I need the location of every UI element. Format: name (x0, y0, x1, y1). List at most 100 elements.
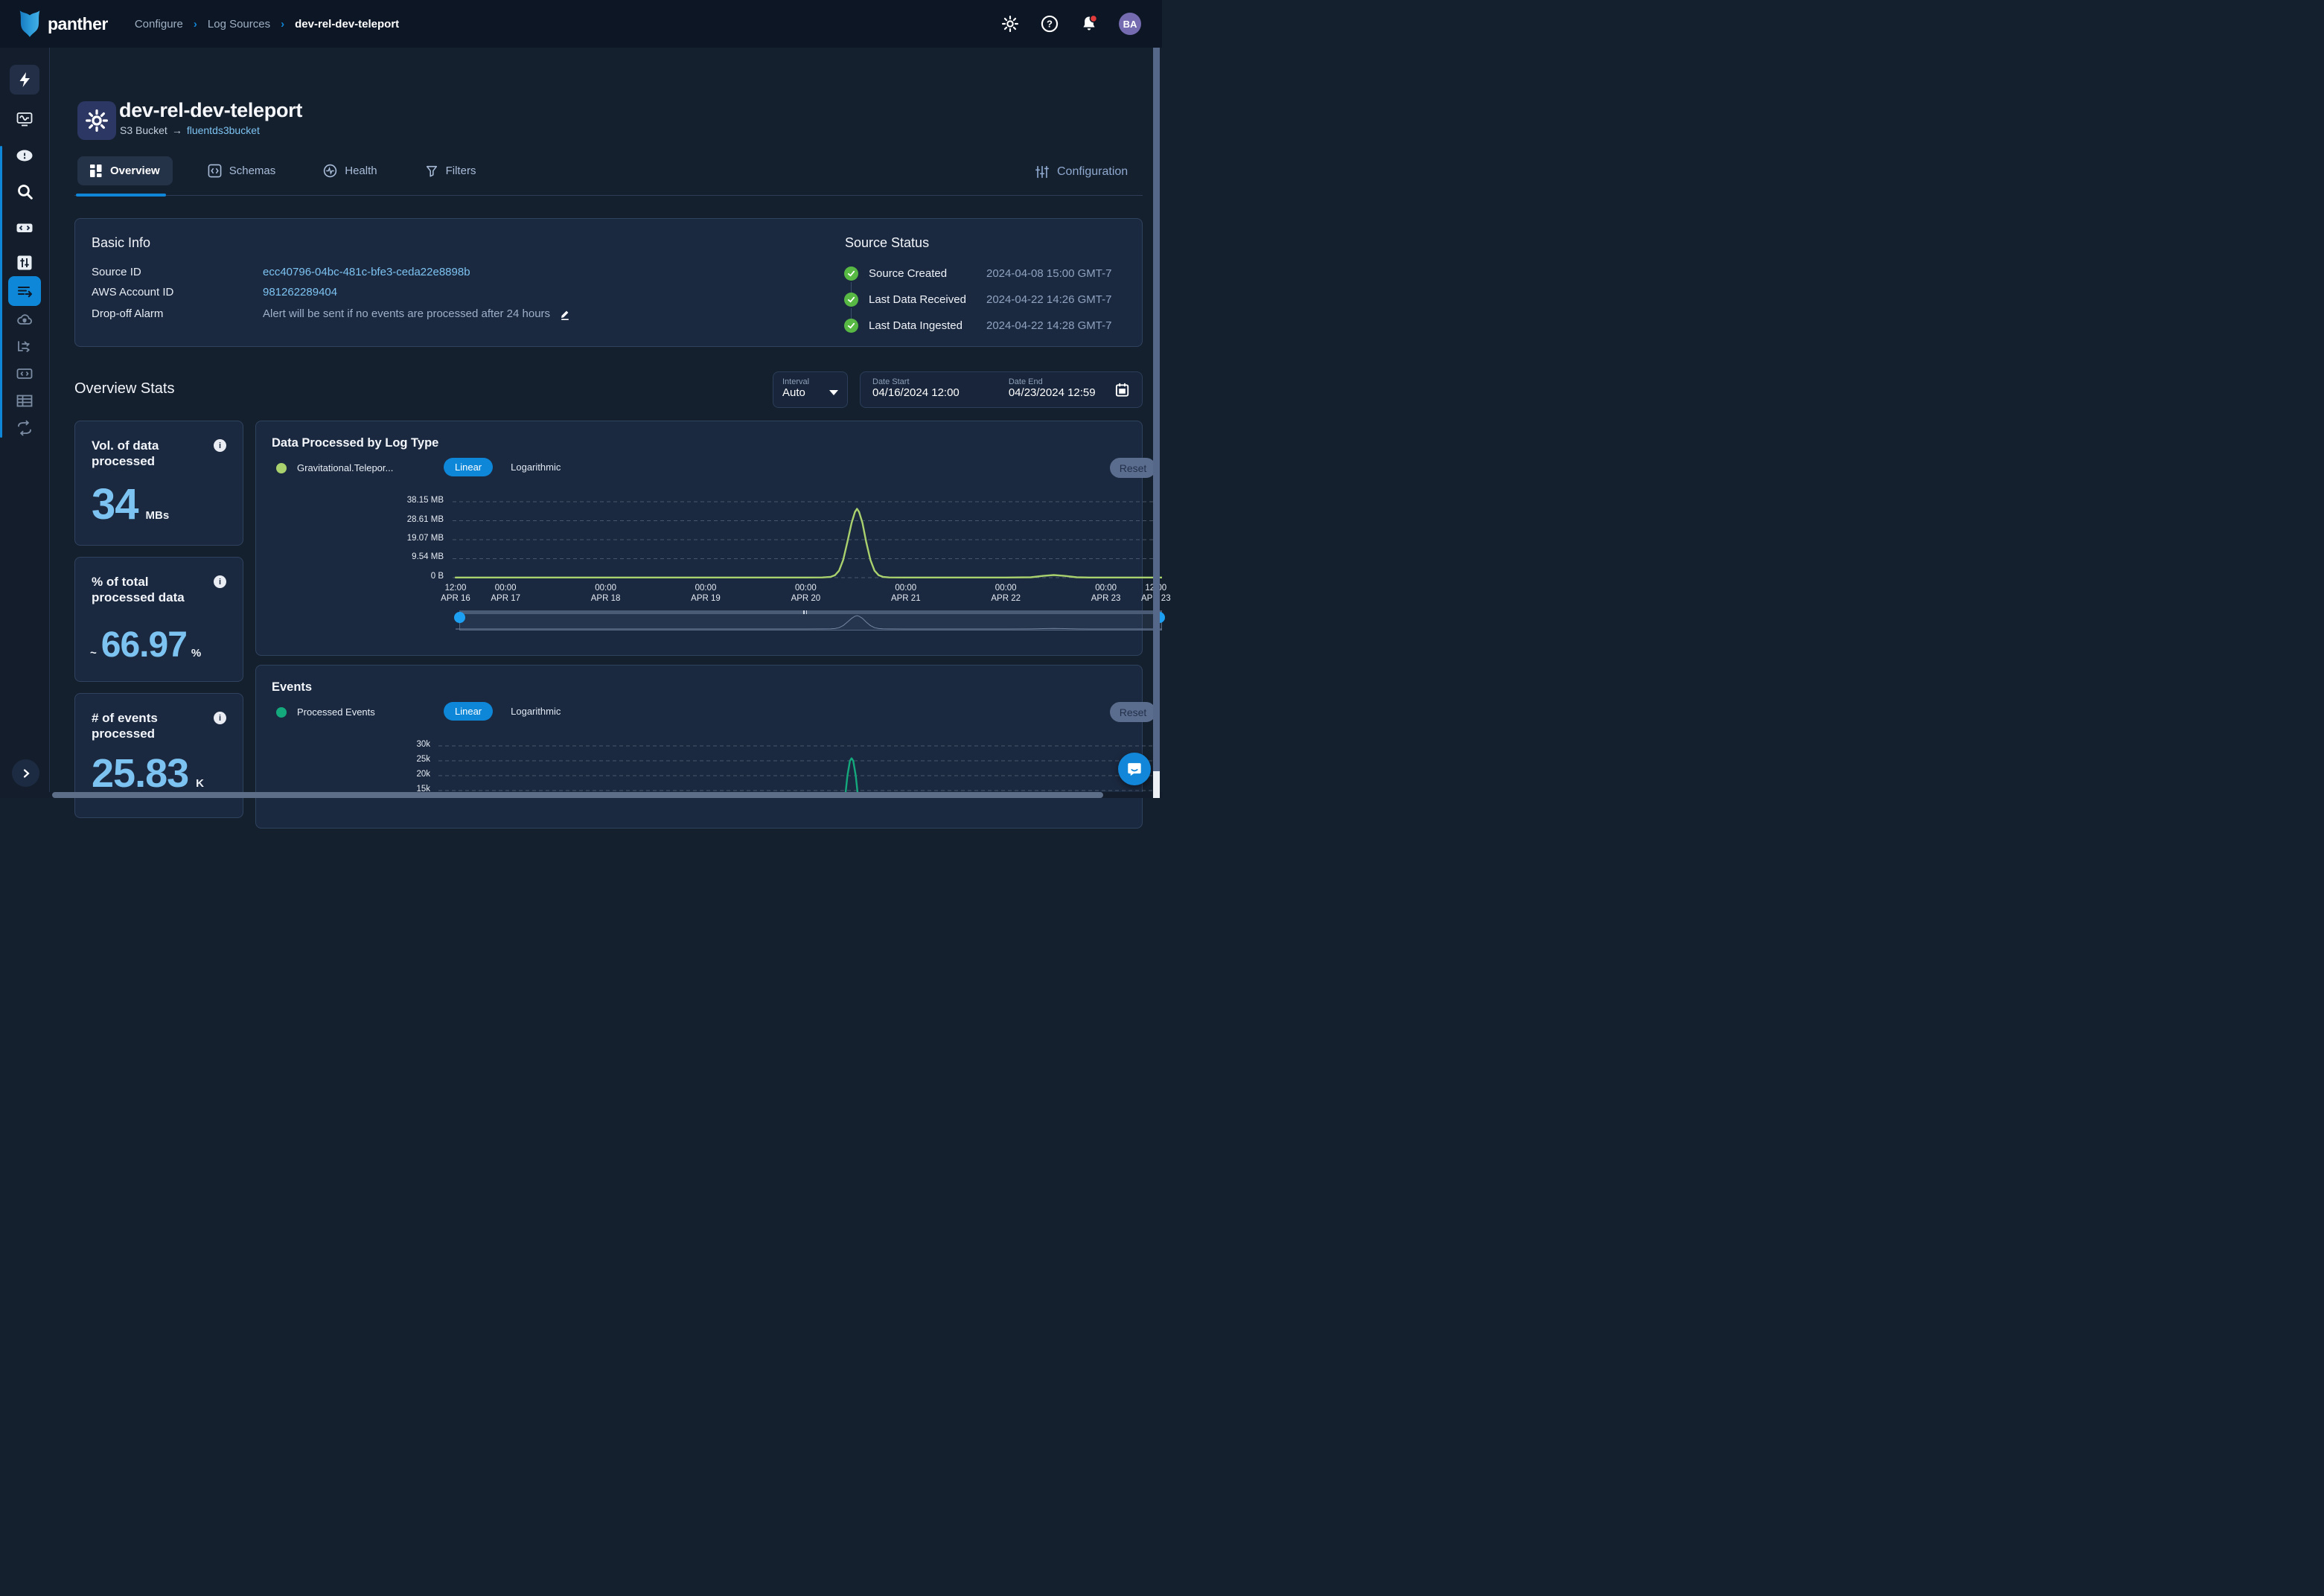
sidebar-item-build[interactable] (10, 248, 39, 278)
chart-title: Events (272, 680, 312, 695)
vertical-scrollbar-thumb[interactable] (1153, 771, 1160, 798)
tab-label: Filters (446, 165, 476, 177)
stat-value: 66.97 (101, 625, 187, 665)
status-value: 2024-04-08 15:00 GMT-7 (986, 267, 1111, 280)
tab-health[interactable]: Health (310, 156, 389, 186)
arrow-right-icon: → (172, 124, 182, 136)
chart-brush-track[interactable] (459, 610, 1162, 614)
status-label: Last Data Ingested (869, 319, 963, 332)
tab-overview[interactable]: Overview (77, 156, 173, 185)
date-start-value: 04/16/2024 12:00 (872, 386, 1000, 399)
status-label: Source Created (869, 267, 947, 280)
gear-icon (84, 108, 109, 133)
interval-label: Interval (782, 377, 838, 386)
vertical-scrollbar-track[interactable] (1153, 48, 1160, 798)
page-title: dev-rel-dev-teleport (119, 99, 302, 122)
avatar[interactable]: BA (1119, 13, 1141, 35)
info-icon[interactable]: i (214, 712, 226, 724)
source-type-icon (77, 101, 116, 140)
sidebar-item-data-models[interactable] (10, 386, 39, 416)
tab-label: Overview (110, 165, 160, 177)
dropoff-alarm-label: Drop-off Alarm (92, 307, 163, 320)
page-subtitle: S3 Bucket → fluentds3bucket (120, 124, 260, 136)
top-navigation-bar: panther Configure › Log Sources › dev-re… (0, 0, 1162, 48)
table-icon (16, 392, 33, 410)
tab-bar: Overview Schemas Health Filters (77, 156, 488, 186)
source-id-label: Source ID (92, 266, 141, 278)
sidebar-item-quickstart[interactable] (10, 65, 39, 95)
sidebar-item-search[interactable] (10, 176, 39, 206)
breadcrumb-log-sources[interactable]: Log Sources (208, 18, 270, 31)
brush-handle-left[interactable] (454, 612, 465, 623)
overview-stats-heading: Overview Stats (74, 380, 174, 398)
legend-item[interactable]: Processed Events (276, 706, 375, 718)
sidebar-item-integrations[interactable] (10, 332, 39, 362)
legend-label: Processed Events (297, 706, 375, 718)
sidebar-scroll-indicator (0, 146, 2, 438)
loop-arrows-icon (16, 419, 33, 437)
configuration-link[interactable]: Configuration (1035, 165, 1128, 179)
chart-title: Data Processed by Log Type (272, 436, 438, 450)
edit-pencil-icon[interactable] (559, 308, 571, 320)
status-value: 2024-04-22 14:28 GMT-7 (986, 319, 1111, 332)
interval-value: Auto (782, 386, 805, 399)
calendar-icon[interactable] (1114, 381, 1130, 399)
interval-dropdown[interactable]: Interval Auto (773, 371, 848, 408)
date-end-label: Date End (1009, 377, 1114, 386)
code-frame-icon (16, 365, 33, 383)
brush-grip-handle[interactable] (803, 610, 807, 615)
health-pulse-icon (323, 164, 337, 178)
sidebar-item-api-tokens[interactable] (10, 359, 39, 389)
aws-account-id-label: AWS Account ID (92, 286, 173, 299)
logarithmic-toggle[interactable]: Logarithmic (511, 462, 561, 473)
logarithmic-toggle[interactable]: Logarithmic (511, 706, 561, 717)
breadcrumb: Configure › Log Sources › dev-rel-dev-te… (135, 18, 399, 31)
chevron-right-icon (21, 768, 31, 779)
sidebar-expand-button[interactable] (12, 759, 39, 787)
status-check-icon (844, 293, 858, 307)
schemas-icon (208, 164, 222, 178)
date-start-field[interactable]: Date Start 04/16/2024 12:00 (872, 377, 1000, 402)
stat-title: # of events processed (92, 710, 203, 742)
tab-label: Health (345, 165, 377, 177)
sidebar-item-workflows[interactable] (10, 413, 39, 443)
tab-filters[interactable]: Filters (412, 156, 489, 186)
reset-button[interactable]: Reset (1110, 458, 1156, 478)
linear-toggle[interactable]: Linear (444, 702, 493, 721)
aws-account-id-value: 981262289404 (263, 286, 337, 299)
dropoff-alarm-value: Alert will be sent if no events are proc… (263, 307, 550, 320)
breadcrumb-current: dev-rel-dev-teleport (295, 18, 399, 31)
gear-icon[interactable] (1000, 14, 1020, 33)
chat-launcher-button[interactable] (1118, 753, 1151, 785)
panther-logo[interactable]: panther (18, 10, 108, 38)
panther-logo-icon (18, 10, 42, 38)
legend-dot (276, 463, 287, 473)
svg-text:?: ? (1047, 19, 1053, 30)
reset-button[interactable]: Reset (1110, 702, 1156, 722)
sidebar-item-alerts[interactable] (10, 141, 39, 170)
sidebar (0, 48, 50, 798)
sidebar-item-cloud-security[interactable] (10, 305, 39, 335)
linear-toggle[interactable]: Linear (444, 458, 493, 476)
status-check-icon (844, 319, 858, 333)
status-check-icon (844, 266, 858, 281)
info-icon[interactable]: i (214, 439, 226, 452)
help-icon[interactable]: ? (1040, 14, 1059, 33)
sidebar-item-dashboard[interactable] (10, 104, 39, 134)
horizontal-scrollbar-thumb[interactable] (52, 792, 1103, 798)
bucket-link[interactable]: fluentds3bucket (187, 124, 260, 136)
basic-info-panel: Basic Info Source ID ecc40796-04bc-481c-… (74, 218, 1143, 347)
date-range-picker[interactable]: Date Start 04/16/2024 12:00 Date End 04/… (860, 371, 1143, 408)
tab-schemas[interactable]: Schemas (195, 156, 289, 186)
search-icon (16, 182, 34, 201)
monitor-waveform-icon (16, 110, 33, 128)
lightning-icon (16, 71, 33, 89)
date-start-label: Date Start (872, 377, 1000, 386)
breadcrumb-configure[interactable]: Configure (135, 18, 183, 31)
legend-item[interactable]: Gravitational.Telepor... (276, 462, 393, 473)
sidebar-item-log-sources[interactable] (8, 276, 41, 306)
sliders-icon (1035, 165, 1050, 179)
bell-icon[interactable] (1079, 14, 1099, 33)
sidebar-item-detections[interactable] (10, 213, 39, 243)
date-end-field[interactable]: Date End 04/23/2024 12:59 (1009, 377, 1114, 402)
